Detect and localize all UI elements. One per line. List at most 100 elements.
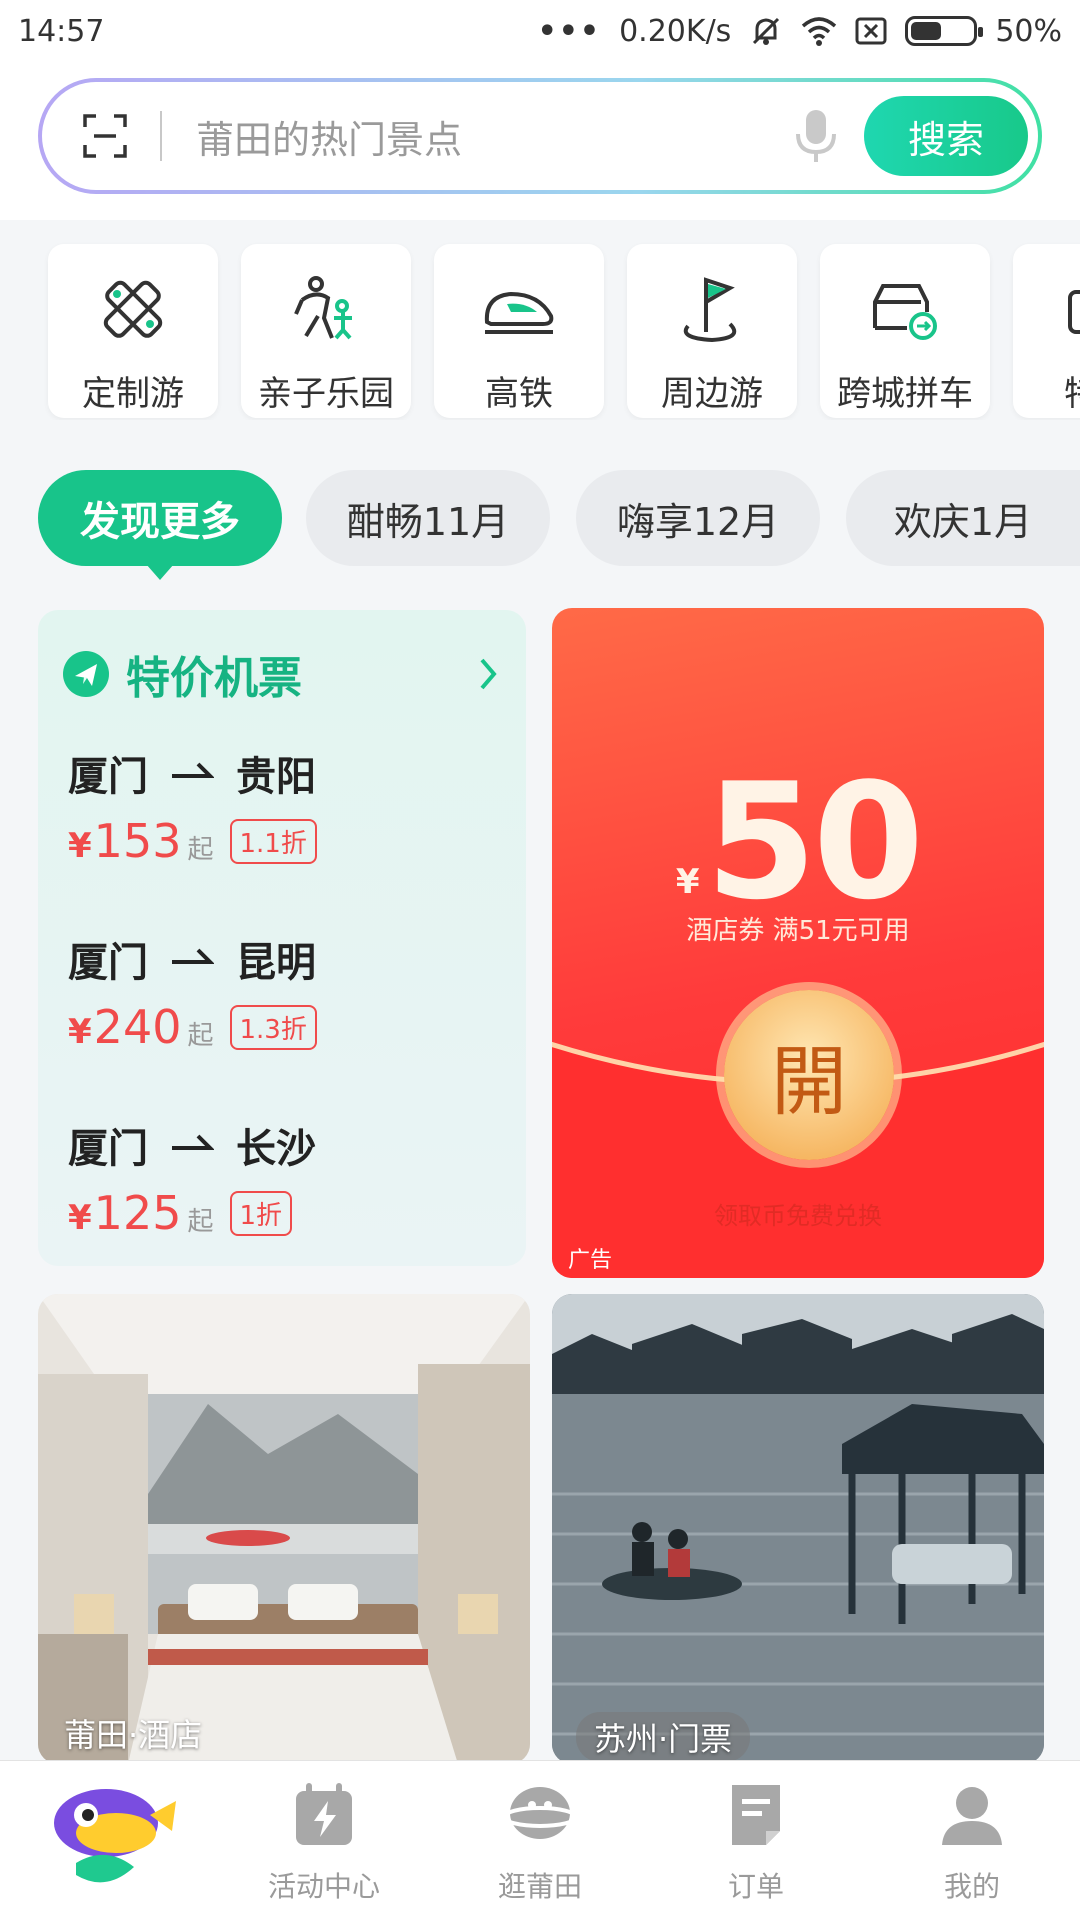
flights-title: 特价机票 bbox=[126, 653, 302, 704]
coupon-faded-text: 领取币免费兑换 bbox=[714, 1202, 882, 1230]
home-mascot-icon[interactable] bbox=[46, 1775, 176, 1895]
nav-explore-city[interactable]: 逛莆田 bbox=[460, 1779, 620, 1905]
carpool-icon bbox=[873, 284, 937, 340]
bottom-navigation: 活动中心 逛莆田 订单 我的 bbox=[0, 1760, 1080, 1920]
route-from-label: 起 bbox=[187, 1206, 214, 1237]
status-indicators: ••• 0.20K/s 50% bbox=[538, 14, 1062, 49]
wifi-icon bbox=[802, 17, 837, 46]
coupon-currency: ¥ bbox=[675, 862, 700, 902]
plane-icon bbox=[63, 651, 109, 697]
category-special-offer[interactable]: 特价 bbox=[1013, 244, 1080, 418]
profile-icon bbox=[942, 1787, 1002, 1845]
open-envelope-button[interactable]: 開 bbox=[724, 990, 894, 1160]
no-sim-icon bbox=[855, 17, 887, 45]
photo-label: 苏州·门票 bbox=[576, 1712, 751, 1762]
route-from-label: 起 bbox=[187, 834, 214, 865]
route-cities: 厦门 昆明 bbox=[68, 924, 502, 994]
flight-route[interactable]: 厦门 长沙 ¥125 起 1折 bbox=[62, 1110, 502, 1296]
route-cities: 厦门 长沙 bbox=[68, 1110, 502, 1180]
scan-icon[interactable] bbox=[82, 113, 128, 159]
water-town-image bbox=[552, 1294, 1044, 1764]
nav-label: 活动中心 bbox=[267, 1870, 380, 1903]
category-carpool[interactable]: 跨城拼车 bbox=[820, 244, 990, 418]
route-to: 长沙 bbox=[236, 1126, 316, 1172]
route-to: 昆明 bbox=[236, 940, 316, 986]
route-price: ¥153 bbox=[68, 814, 182, 868]
coupon-description: 酒店券 满51元可用 bbox=[686, 916, 910, 946]
discount-badge: 1折 bbox=[229, 1190, 293, 1236]
route-to: 贵阳 bbox=[236, 754, 316, 800]
arrow-right-icon bbox=[172, 1134, 214, 1150]
coupon-value: 50 bbox=[705, 748, 925, 935]
route-from-label: 起 bbox=[187, 1020, 214, 1051]
category-label: 亲子乐园 bbox=[258, 374, 394, 414]
route-from: 厦门 bbox=[68, 1126, 148, 1172]
category-nearby-trip[interactable]: 周边游 bbox=[627, 244, 797, 418]
special-flights-card[interactable]: 特价机票 厦门 贵阳 ¥153 起 1.1折 厦门 昆明 ¥240 起 1.3折… bbox=[38, 610, 526, 1266]
hotel-coupon-ad[interactable]: ¥50 酒店券 满51元可用 開 领取币免费兑换 广告 bbox=[552, 608, 1044, 1278]
arrow-right-icon bbox=[172, 948, 214, 964]
category-train[interactable]: 高铁 bbox=[434, 244, 604, 418]
route-price-row: ¥153 起 1.1折 bbox=[68, 814, 502, 868]
status-time: 14:57 bbox=[18, 13, 105, 49]
flight-route[interactable]: 厦门 昆明 ¥240 起 1.3折 bbox=[62, 924, 502, 1110]
microphone-icon[interactable] bbox=[794, 108, 838, 164]
tab-december[interactable]: 嗨享12月 bbox=[576, 470, 820, 566]
nav-label: 我的 bbox=[943, 1870, 1000, 1903]
network-speed: 0.20K/s bbox=[619, 13, 732, 49]
search-divider bbox=[160, 111, 162, 161]
discount-badge: 1.3折 bbox=[229, 1004, 317, 1050]
category-family-park[interactable]: 亲子乐园 bbox=[241, 244, 411, 418]
coupon-amount: ¥50 bbox=[552, 748, 1044, 935]
custom-tour-icon bbox=[103, 280, 163, 338]
search-input[interactable]: 莆田的热门景点 bbox=[196, 109, 794, 164]
mute-icon bbox=[753, 17, 780, 45]
battery-percent: 50% bbox=[995, 13, 1062, 49]
search-inner: 莆田的热门景点 搜索 bbox=[42, 82, 1038, 190]
route-cities: 厦门 贵阳 bbox=[68, 738, 502, 808]
route-price: ¥125 bbox=[68, 1186, 182, 1240]
category-row: 定制游 亲子乐园 高铁 周边游 跨城拼车 特价 bbox=[0, 240, 1080, 420]
category-label: 定制游 bbox=[82, 374, 184, 414]
battery-fill bbox=[911, 22, 942, 40]
nav-orders[interactable]: 订单 bbox=[676, 1779, 836, 1905]
nearby-trip-icon bbox=[683, 277, 737, 343]
nav-label: 订单 bbox=[727, 1870, 784, 1903]
status-bar: 14:57 ••• 0.20K/s 50% bbox=[0, 0, 1080, 62]
route-from: 厦门 bbox=[68, 754, 148, 800]
explore-city-icon bbox=[504, 1787, 576, 1839]
category-label: 高铁 bbox=[485, 374, 553, 414]
route-price-row: ¥240 起 1.3折 bbox=[68, 1000, 502, 1054]
photo-label: 莆田·酒店 bbox=[64, 1716, 203, 1754]
hotel-room-image bbox=[38, 1294, 530, 1764]
family-park-icon bbox=[294, 276, 352, 340]
orders-icon bbox=[732, 1785, 780, 1845]
nav-profile[interactable]: 我的 bbox=[892, 1779, 1052, 1905]
special-offer-icon bbox=[1068, 290, 1080, 334]
header: 莆田的热门景点 搜索 bbox=[0, 62, 1080, 220]
battery-icon bbox=[905, 16, 984, 46]
chevron-right-icon[interactable] bbox=[474, 654, 502, 694]
flight-route[interactable]: 厦门 贵阳 ¥153 起 1.1折 bbox=[62, 738, 502, 924]
more-dots-icon: ••• bbox=[537, 13, 602, 49]
route-from: 厦门 bbox=[68, 940, 148, 986]
discount-badge: 1.1折 bbox=[229, 818, 317, 864]
tab-discover-more[interactable]: 发现更多 bbox=[38, 470, 282, 580]
category-label: 周边游 bbox=[661, 374, 763, 414]
category-custom-tour[interactable]: 定制游 bbox=[48, 244, 218, 418]
search-bar: 莆田的热门景点 搜索 bbox=[38, 78, 1042, 194]
ticket-card[interactable]: 苏州·门票 bbox=[552, 1294, 1044, 1764]
nav-activity-center[interactable]: 活动中心 bbox=[244, 1779, 404, 1905]
hotel-card[interactable]: 莆田·酒店 bbox=[38, 1294, 530, 1764]
category-label: 特价 bbox=[1064, 366, 1080, 415]
route-price-row: ¥125 起 1折 bbox=[68, 1186, 502, 1240]
search-button[interactable]: 搜索 bbox=[864, 96, 1028, 176]
arrow-right-icon bbox=[172, 762, 214, 778]
tab-january[interactable]: 欢庆1月 bbox=[846, 470, 1080, 566]
activity-center-icon bbox=[296, 1783, 352, 1845]
route-price: ¥240 bbox=[68, 1000, 182, 1054]
flights-header[interactable]: 特价机票 bbox=[62, 610, 502, 738]
nav-label: 逛莆田 bbox=[497, 1870, 582, 1903]
tab-november[interactable]: 酣畅11月 bbox=[306, 470, 550, 566]
category-label: 跨城拼车 bbox=[837, 374, 973, 414]
